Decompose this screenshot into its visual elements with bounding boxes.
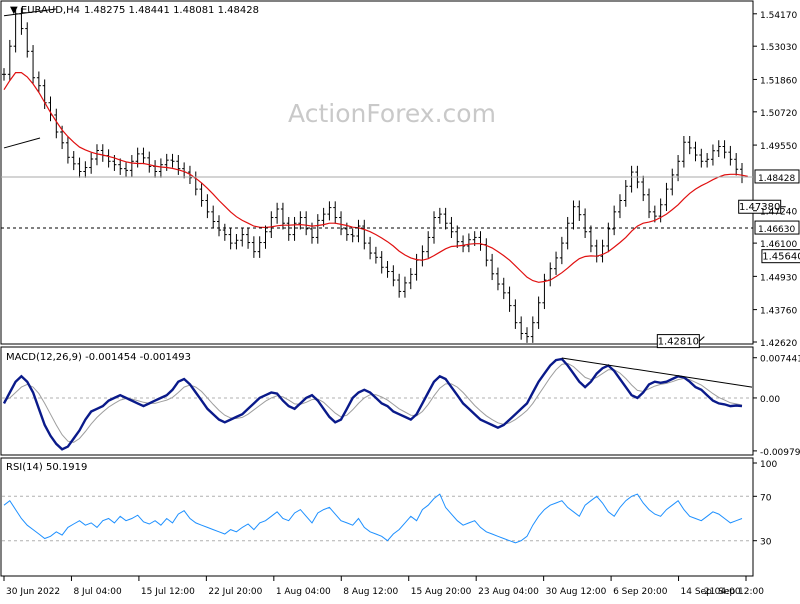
time-axis-label: 15 Aug 20:00: [411, 587, 472, 597]
rsi-axis-label: 100: [760, 460, 777, 470]
time-axis-label: 30 Jun 2022: [6, 587, 60, 597]
macd-title: MACD(12,26,9) -0.001454 -0.001493: [6, 352, 191, 363]
time-axis-label: 22 Jul 20:00: [208, 587, 262, 597]
price-axis-label: 1.53030: [760, 43, 797, 53]
time-axis-label: 8 Aug 12:00: [343, 587, 398, 597]
support-price-tag: 1.46630: [758, 225, 795, 235]
price-annotation-label: 1.42810: [658, 337, 699, 348]
price-annotation-pointer: [698, 336, 705, 342]
time-axis-label: 8 Jul 04:00: [73, 587, 122, 597]
price-axis-label: 1.47240: [760, 208, 797, 218]
rsi-axis-label: 30: [760, 538, 772, 548]
rsi-line: [3, 493, 743, 544]
price-axis-label: 1.43760: [760, 307, 797, 317]
macd-axis-label: -0.009794: [760, 448, 800, 458]
macd-axis-label: 0.007441: [760, 355, 800, 365]
price-axis-label: 1.44930: [760, 273, 797, 283]
macd-signal-line: [3, 362, 743, 443]
price-axis-label: 1.54170: [760, 11, 797, 21]
time-axis-label: 23 Aug 04:00: [478, 587, 539, 597]
macd-layer: [2, 357, 753, 451]
price-axis-label: 1.50720: [760, 109, 797, 119]
chart-window: ActionForex.com ▼ EURAUD,H4 1.48275 1.48…: [0, 0, 800, 600]
trendline-left: [3, 137, 41, 149]
macd-line: [2, 357, 743, 451]
price-axis-label: 1.51860: [760, 76, 797, 86]
current-price-tag: 1.48428: [758, 174, 795, 184]
time-axis-label: 21 Sep 12:00: [704, 587, 764, 597]
time-axis-label: 30 Aug 12:00: [546, 587, 607, 597]
symbol-name: EURAUD,H4: [21, 5, 80, 16]
watermark: ActionForex.com: [288, 99, 496, 128]
time-axis-label: 15 Jul 12:00: [141, 587, 195, 597]
price-axis-label: 1.49550: [760, 142, 797, 152]
price-annotation-label: 1.45640: [762, 252, 800, 263]
price-axis-label: 1.42620: [760, 339, 797, 349]
time-axis-label: 6 Sep 20:00: [613, 587, 668, 597]
rsi-layer: [2, 493, 752, 544]
rsi-title: RSI(14) 50.1919: [6, 462, 87, 473]
rsi-pane-frame: [0, 457, 754, 577]
chart-canvas: ActionForex.com ▼ EURAUD,H4 1.48275 1.48…: [0, 0, 800, 597]
time-axis-label: 1 Aug 04:00: [276, 587, 331, 597]
ohlc-label: 1.48275 1.48441 1.48081 1.48428: [84, 5, 259, 16]
price-layer: 1.428101.456401.473801.49650: [1, 7, 800, 349]
rsi-axis-label: 70: [760, 493, 772, 503]
macd-pane-frame: [0, 346, 754, 456]
price-axis-label: 1.46100: [760, 240, 797, 250]
price-pane-frame: [0, 0, 754, 345]
macd-axis-label: 0.00: [760, 395, 780, 405]
